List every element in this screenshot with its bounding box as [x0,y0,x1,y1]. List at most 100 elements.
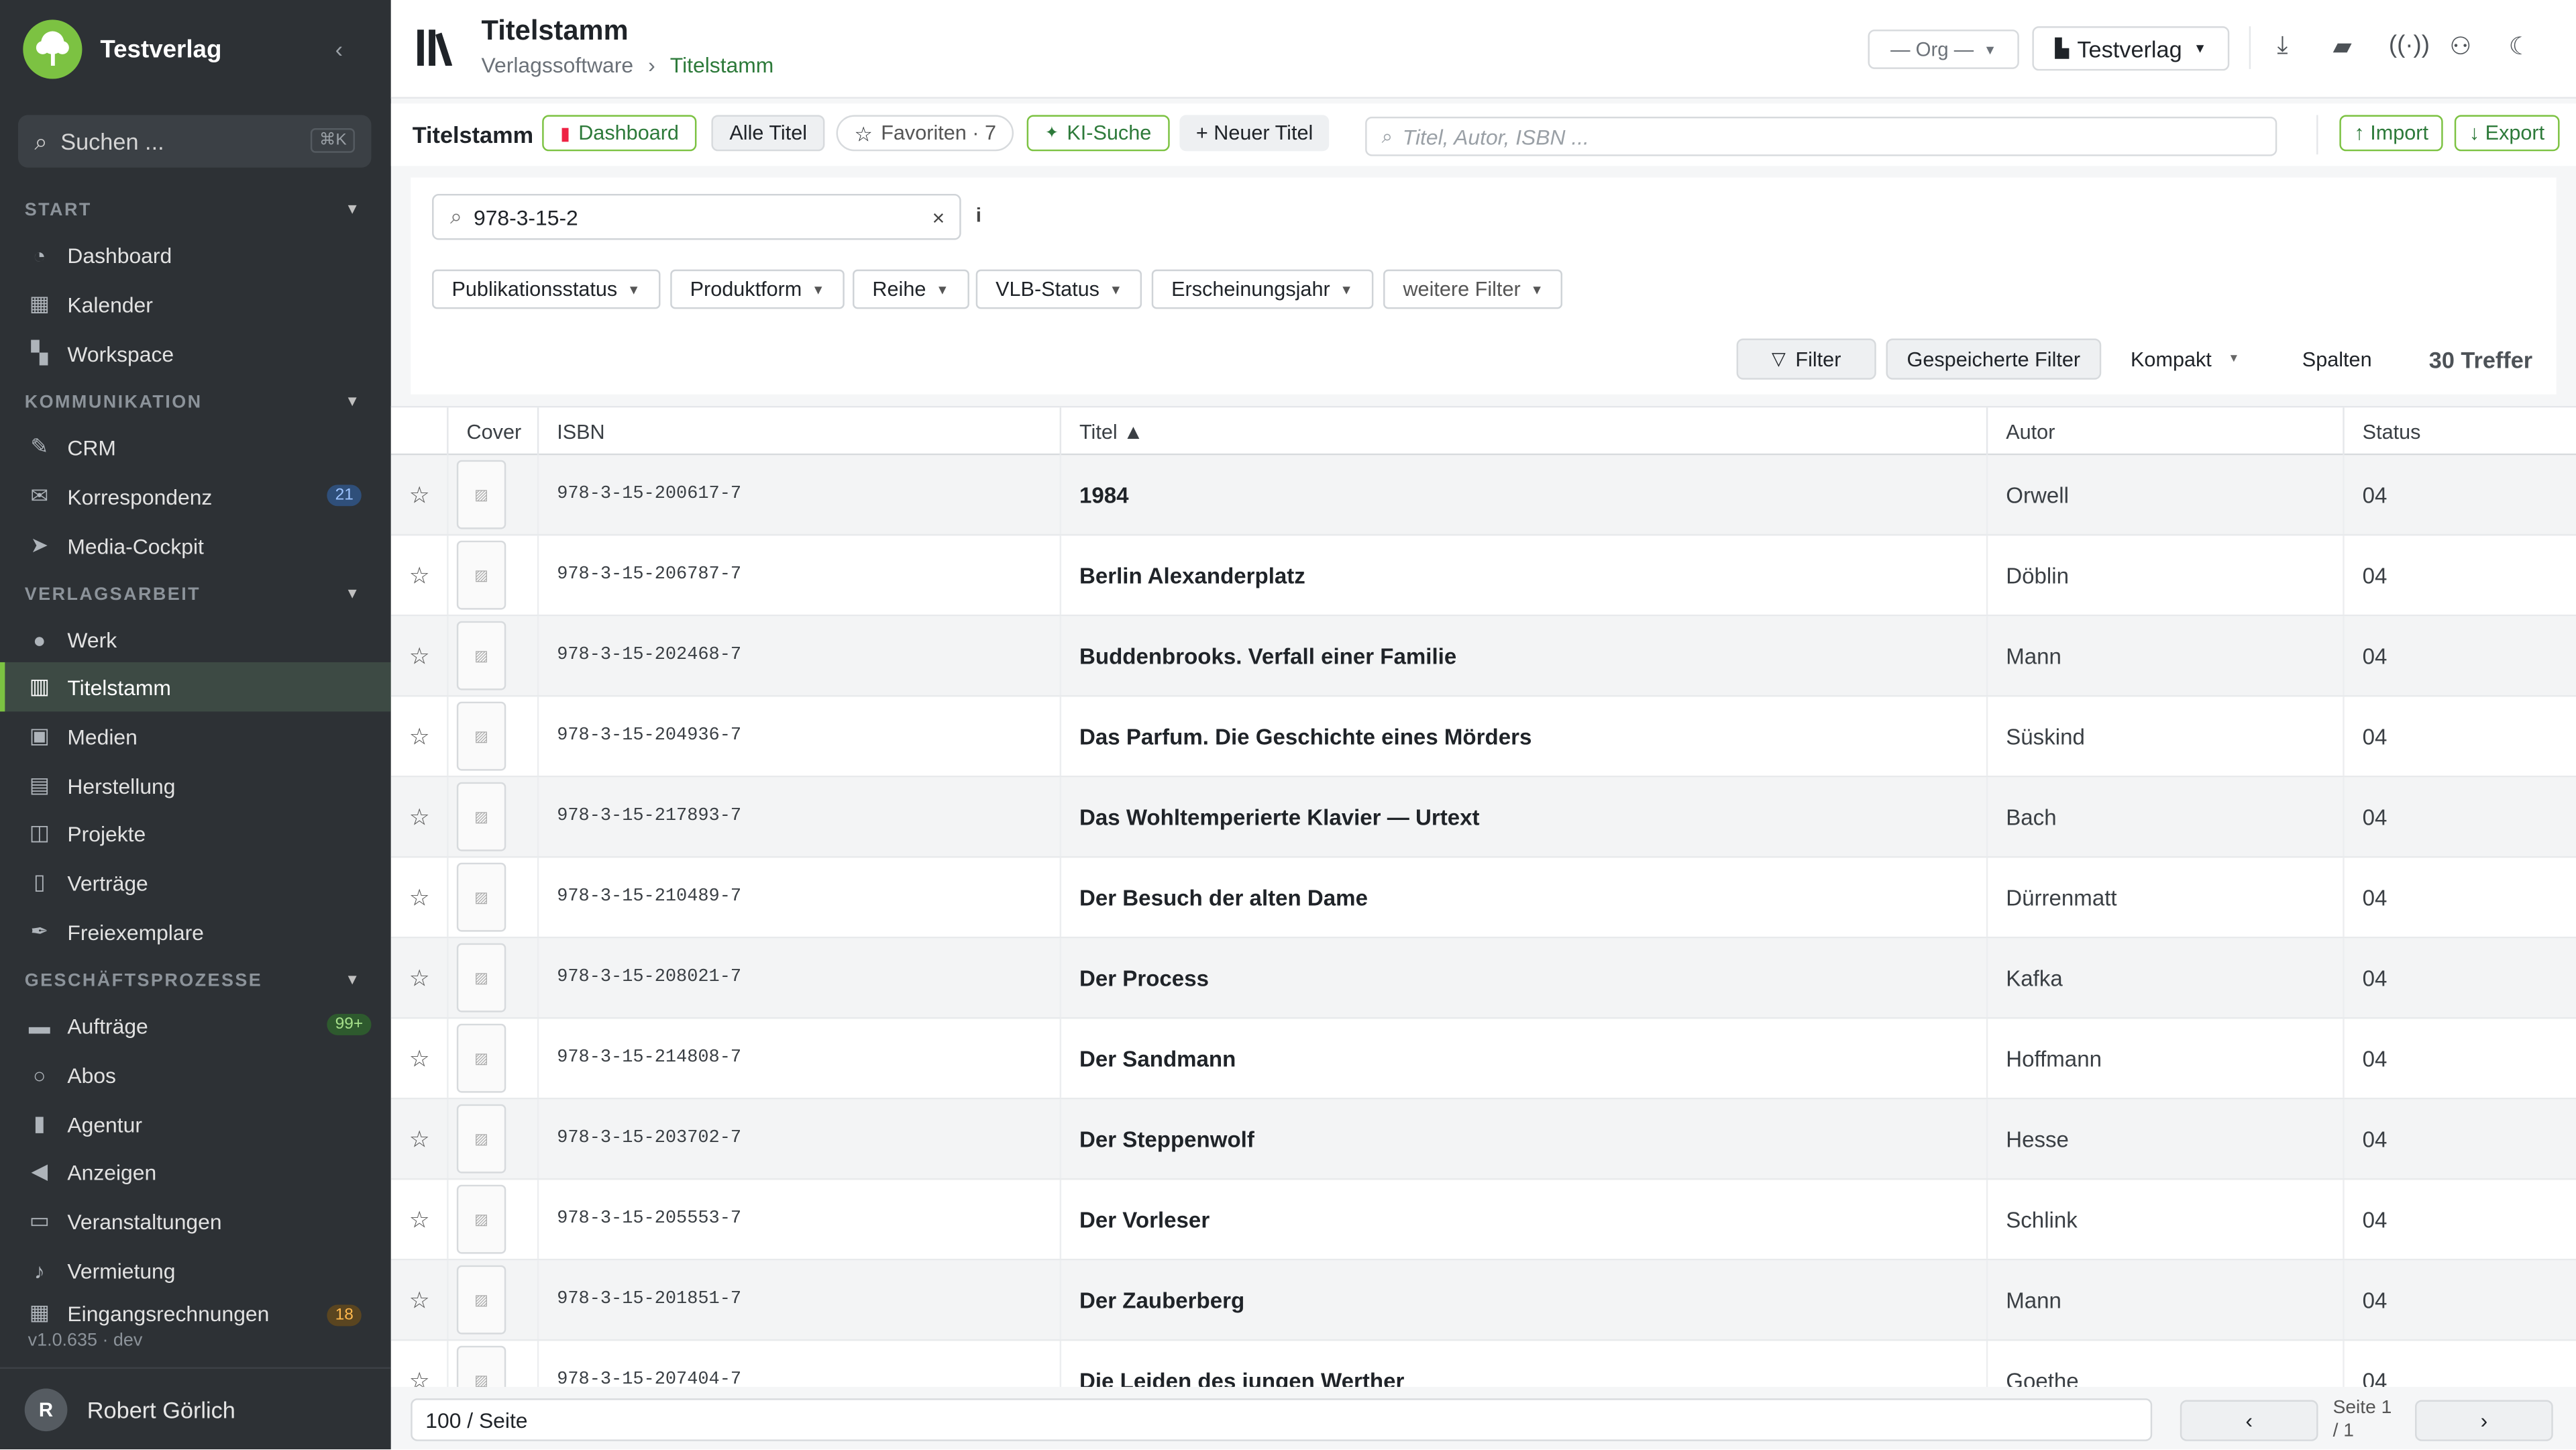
sidebar-item-agentur[interactable]: ▮ Agentur [0,1099,391,1148]
breadcrumb-item[interactable]: Verlagssoftware [482,52,634,77]
per-page-select[interactable]: 100 / Seite [411,1398,2153,1441]
filter-chip-vlb-status[interactable]: VLB-Status ▼ [975,269,1142,309]
image-placeholder-icon[interactable]: ▨ [456,460,506,529]
title-value[interactable]: Die Leiden des jungen Werther [1079,1368,1404,1387]
image-placeholder-icon[interactable]: ▨ [456,1345,506,1387]
favorites-button[interactable]: ☆ Favoriten · 7 [836,115,1014,152]
new-title-button[interactable]: + Neuer Titel [1179,115,1330,152]
section-verlagsarbeit[interactable]: VERLAGSARBEIT ▼ [25,585,360,605]
sidebar-item-anzeigen[interactable]: ◀ Anzeigen [0,1147,391,1196]
sidebar-item-herstellung[interactable]: ▤ Herstellung [0,761,391,810]
publisher-select[interactable]: ▙ Testverlag ▼ [2032,26,2230,71]
sidebar-item-workspace[interactable]: ▚ Workspace [0,329,391,378]
star-icon[interactable]: ☆ [409,561,430,589]
columns-button[interactable]: Spalten [2284,338,2390,379]
sidebar-item-medien[interactable]: ▣ Medien [0,711,391,760]
col-titel[interactable]: Titel ▲ [1059,407,1986,457]
sidebar-item-vertraege[interactable]: ▯ Verträge [0,858,391,907]
table-row[interactable]: ☆ ▨ 978-3-15-206787-7 Berlin Alexanderplatz… [390,535,2576,617]
image-placeholder-icon[interactable]: ▨ [456,862,506,932]
collapse-sidebar-icon[interactable]: ‹ [335,36,343,62]
sidebar-item-korrespondenz[interactable]: ✉ Korrespondenz 21 [0,472,391,521]
image-placeholder-icon[interactable]: ▨ [456,1104,506,1174]
title-value[interactable]: Der Process [1079,966,1209,990]
image-placeholder-icon[interactable]: ▨ [456,943,506,1013]
prev-page-button[interactable]: ‹ [2180,1400,2318,1441]
isbn-search-input[interactable]: ⌕ 978-3-15-2 × [432,193,961,240]
section-geschaeftsprozesse[interactable]: GESCHÄFTSPROZESSE ▼ [25,971,360,990]
star-icon[interactable]: ☆ [409,1125,430,1153]
image-placeholder-icon[interactable]: ▨ [456,1265,506,1335]
col-isbn[interactable]: ISBN [537,407,1060,457]
sidebar-item-eingangsrechnungen[interactable]: ▦ Eingangsrechnungen 18 [0,1295,391,1331]
info-icon[interactable]: i [976,204,981,227]
dashboard-button[interactable]: ▮ Dashboard [542,115,697,152]
col-autor[interactable]: Autor [1986,407,2343,457]
star-icon[interactable]: ☆ [409,1366,430,1387]
filter-chip-reihe[interactable]: Reihe ▼ [853,269,969,309]
title-search-input[interactable]: ⌕ Titel, Autor, ISBN ... [1365,116,2277,156]
star-icon[interactable]: ☆ [409,802,430,831]
table-row[interactable]: ☆ ▨ 978-3-15-208021-7 Der Process Kafka 04 [390,938,2576,1019]
broadcast-icon[interactable]: ((·)) [2389,32,2430,60]
star-icon[interactable]: ☆ [409,1205,430,1233]
table-row[interactable]: ☆ ▨ 978-3-15-207404-7 Die Leiden des jungen… [391,1341,2576,1387]
title-value[interactable]: 1984 [1079,482,1129,507]
title-value[interactable]: Das Wohltemperierte Klavier — Urtext [1079,805,1480,829]
dark-mode-icon[interactable]: ☾ [2509,32,2531,61]
star-icon[interactable]: ☆ [409,641,430,670]
org-select[interactable]: — Org — ▼ [1868,30,2019,69]
section-start[interactable]: START ▼ [25,201,360,220]
density-select[interactable]: Kompakt ▼ [2119,338,2251,379]
filter-chip-produktform[interactable]: Produktform ▼ [670,269,845,309]
title-value[interactable]: Der Sandmann [1079,1046,1236,1071]
import-button[interactable]: ↑ Import [2339,115,2444,152]
star-icon[interactable]: ☆ [409,1286,430,1314]
image-placeholder-icon[interactable]: ▨ [456,540,506,610]
image-placeholder-icon[interactable]: ▨ [456,1023,506,1093]
table-row[interactable]: ☆ ▨ 978-3-15-203702-7 Der Steppenwolf Hesse 0… [390,1099,2576,1180]
sidebar-item-projekte[interactable]: ◫ Projekte [0,809,391,858]
image-placeholder-icon[interactable]: ▨ [456,1184,506,1254]
image-placeholder-icon[interactable]: ▨ [456,621,506,690]
title-value[interactable]: Der Vorleser [1079,1207,1210,1232]
sidebar-item-freiexemplare[interactable]: ✒ Freiexemplare [0,907,391,956]
table-row[interactable]: ☆ ▨ 978-3-15-200617-7 1984 Orwell 04 [390,455,2576,536]
filter-chip-erscheinungsjahr[interactable]: Erscheinungsjahr ▼ [1151,269,1373,309]
table-row[interactable]: ☆ ▨ 978-3-15-204936-7 Das Parfum. Die Gesch… [390,696,2576,778]
filter-chip-more[interactable]: weitere Filter ▼ [1383,269,1564,309]
next-page-button[interactable]: › [2415,1400,2553,1441]
sidebar-item-vermietung[interactable]: ♪ Vermietung [0,1245,391,1294]
breadcrumb-current[interactable]: Titelstamm [670,52,773,77]
title-value[interactable]: Berlin Alexanderplatz [1079,563,1305,588]
sidebar-item-kalender[interactable]: ▦ Kalender [0,279,391,328]
sidebar-item-crm[interactable]: ✎ CRM [0,422,391,471]
star-icon[interactable]: ☆ [409,722,430,750]
chat-icon[interactable]: ▰ [2333,32,2352,61]
title-value[interactable]: Das Parfum. Die Geschichte eines Mörders [1079,724,1532,749]
sidebar-item-auftraege[interactable]: ▬ Aufträge 99+ [0,1000,391,1049]
title-value[interactable]: Der Besuch der alten Dame [1079,885,1368,910]
title-value[interactable]: Der Steppenwolf [1079,1127,1254,1151]
table-row[interactable]: ☆ ▨ 978-3-15-214808-7 Der Sandmann Hoffmann 0… [390,1019,2576,1100]
table-row[interactable]: ☆ ▨ 978-3-15-201851-7 Der Zauberberg Mann 04 [390,1260,2576,1341]
table-row[interactable]: ☆ ▨ 978-3-15-210489-7 Der Besuch der alten … [390,858,2576,939]
sidebar-item-abos[interactable]: ○ Abos [0,1050,391,1099]
filter-button[interactable]: ▽ Filter [1736,338,1876,380]
saved-filters-button[interactable]: Gespeicherte Filter [1886,338,2102,380]
download-icon[interactable]: ⤓ [2277,32,2288,60]
filter-chip-publikationsstatus[interactable]: Publikationsstatus ▼ [432,269,660,309]
title-value[interactable]: Buddenbrooks. Verfall einer Familie [1079,643,1456,668]
star-icon[interactable]: ☆ [409,480,430,509]
sidebar-item-titelstamm[interactable]: ▥ Titelstamm [0,662,391,712]
star-icon[interactable]: ☆ [409,1044,430,1072]
star-icon[interactable]: ☆ [409,883,430,911]
table-row[interactable]: ☆ ▨ 978-3-15-217893-7 Das Wohltemperierte K… [390,777,2576,858]
image-placeholder-icon[interactable]: ▨ [456,782,506,851]
table-row[interactable]: ☆ ▨ 978-3-15-205553-7 Der Vorleser Schlink 04 [390,1180,2576,1261]
col-status[interactable]: Status [2343,407,2576,457]
sidebar-search[interactable]: ⌕ Suchen ... ⌘K [17,115,372,168]
table-row[interactable]: ☆ ▨ 978-3-15-202468-7 Buddenbrooks. Verfall… [390,616,2576,697]
sidebar-item-veranstaltungen[interactable]: ▭ Veranstaltungen [0,1196,391,1245]
title-value[interactable]: Der Zauberberg [1079,1288,1244,1312]
